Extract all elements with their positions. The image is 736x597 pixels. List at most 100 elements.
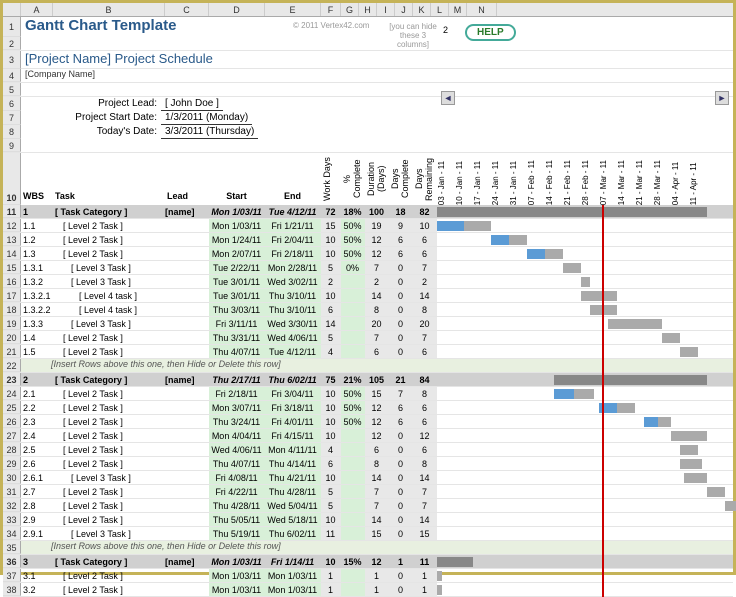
task-row[interactable]: 33 2.9 [ Level 2 Task ] Thu 5/05/11 Wed … <box>3 513 733 527</box>
category-row[interactable]: 36 3 [ Task Category ] [name] Mon 1/03/1… <box>3 555 733 569</box>
end-cell[interactable]: Mon 2/28/11 <box>265 261 321 274</box>
task-row[interactable]: 34 2.9.1 [ Level 3 Task ] Thu 5/19/11 Th… <box>3 527 733 541</box>
task-name-cell[interactable]: [ Level 4 task ] <box>53 303 165 316</box>
end-cell[interactable]: Fri 1/14/11 <box>265 555 321 568</box>
task-name-cell[interactable]: [ Level 2 Task ] <box>53 569 165 582</box>
pct-cell[interactable]: 50% <box>341 387 365 400</box>
lead-cell[interactable] <box>165 429 209 442</box>
task-name-cell[interactable]: [ Level 2 Task ] <box>53 457 165 470</box>
duration-cell[interactable]: 14 <box>365 513 389 526</box>
days-remaining-cell[interactable]: 12 <box>413 429 437 442</box>
task-name-cell[interactable]: [ Level 2 Task ] <box>53 247 165 260</box>
row-header[interactable]: 11 <box>3 205 21 218</box>
start-cell[interactable]: Fri 4/22/11 <box>209 485 265 498</box>
row-header[interactable]: 19 <box>3 317 21 330</box>
lead-cell[interactable] <box>165 457 209 470</box>
start-cell[interactable]: Wed 4/06/11 <box>209 443 265 456</box>
pct-cell[interactable] <box>341 345 365 358</box>
days-complete-cell[interactable]: 6 <box>389 415 413 428</box>
end-cell[interactable]: Wed 4/06/11 <box>265 331 321 344</box>
end-cell[interactable]: Mon 4/11/11 <box>265 443 321 456</box>
end-cell[interactable]: Fri 4/15/11 <box>265 429 321 442</box>
row-header[interactable]: 4 <box>3 69 21 82</box>
task-row[interactable]: 18 1.3.2.2 [ Level 4 task ] Thu 3/03/11 … <box>3 303 733 317</box>
days-remaining-cell[interactable]: 6 <box>413 415 437 428</box>
workdays-cell[interactable]: 5 <box>321 331 341 344</box>
lead-cell[interactable] <box>165 317 209 330</box>
row-header[interactable]: 9 <box>3 139 21 152</box>
start-cell[interactable]: Mon 4/04/11 <box>209 429 265 442</box>
days-remaining-cell[interactable]: 1 <box>413 569 437 582</box>
wbs-cell[interactable]: 3.1 <box>21 569 53 582</box>
pct-cell[interactable]: 50% <box>341 401 365 414</box>
workdays-cell[interactable]: 1 <box>321 569 341 582</box>
start-cell[interactable]: Tue 3/01/11 <box>209 289 265 302</box>
workdays-cell[interactable]: 5 <box>321 261 341 274</box>
task-row[interactable]: 37 3.1 [ Level 2 Task ] Mon 1/03/11 Mon … <box>3 569 733 583</box>
duration-cell[interactable]: 7 <box>365 261 389 274</box>
row-header[interactable]: 22 <box>3 359 21 372</box>
row-header[interactable]: 33 <box>3 513 21 526</box>
start-cell[interactable]: Thu 4/28/11 <box>209 499 265 512</box>
days-complete-cell[interactable]: 6 <box>389 401 413 414</box>
days-complete-cell[interactable]: 6 <box>389 247 413 260</box>
header-end[interactable]: End <box>265 187 321 205</box>
task-row[interactable]: 17 1.3.2.1 [ Level 4 task ] Tue 3/01/11 … <box>3 289 733 303</box>
end-cell[interactable]: Thu 3/10/11 <box>265 289 321 302</box>
pct-cell[interactable] <box>341 457 365 470</box>
lead-cell[interactable] <box>165 261 209 274</box>
days-complete-cell[interactable]: 0 <box>389 275 413 288</box>
wbs-cell[interactable]: 1.3.2 <box>21 275 53 288</box>
duration-cell[interactable]: 7 <box>365 485 389 498</box>
pct-cell[interactable] <box>341 485 365 498</box>
category-row[interactable]: 11 1 [ Task Category ] [name] Mon 1/03/1… <box>3 205 733 219</box>
duration-cell[interactable]: 12 <box>365 233 389 246</box>
start-cell[interactable]: Tue 3/01/11 <box>209 275 265 288</box>
wbs-cell[interactable]: 2.9.1 <box>21 527 53 540</box>
row-header[interactable]: 31 <box>3 485 21 498</box>
task-row[interactable]: 16 1.3.2 [ Level 3 Task ] Tue 3/01/11 We… <box>3 275 733 289</box>
wbs-cell[interactable]: 1.2 <box>21 233 53 246</box>
days-remaining-cell[interactable]: 6 <box>413 247 437 260</box>
wbs-cell[interactable]: 3.2 <box>21 583 53 596</box>
task-row[interactable]: 32 2.8 [ Level 2 Task ] Thu 4/28/11 Wed … <box>3 499 733 513</box>
category-row[interactable]: 23 2 [ Task Category ] [name] Thu 2/17/1… <box>3 373 733 387</box>
duration-cell[interactable]: 100 <box>365 205 389 218</box>
days-remaining-cell[interactable]: 14 <box>413 513 437 526</box>
duration-cell[interactable]: 12 <box>365 429 389 442</box>
duration-cell[interactable]: 12 <box>365 415 389 428</box>
lead-cell[interactable]: [name] <box>165 205 209 218</box>
days-remaining-cell[interactable]: 7 <box>413 499 437 512</box>
workdays-cell[interactable]: 10 <box>321 401 341 414</box>
days-complete-cell[interactable]: 0 <box>389 485 413 498</box>
pct-cell[interactable] <box>341 499 365 512</box>
workdays-cell[interactable]: 72 <box>321 205 341 218</box>
task-name-cell[interactable]: [ Level 2 Task ] <box>53 401 165 414</box>
workdays-cell[interactable]: 6 <box>321 303 341 316</box>
start-cell[interactable]: Mon 1/24/11 <box>209 233 265 246</box>
lead-cell[interactable] <box>165 233 209 246</box>
duration-cell[interactable]: 8 <box>365 457 389 470</box>
end-cell[interactable]: Wed 3/02/11 <box>265 275 321 288</box>
end-cell[interactable]: Fri 3/04/11 <box>265 387 321 400</box>
task-row[interactable]: 26 2.3 [ Level 2 Task ] Thu 3/24/11 Fri … <box>3 415 733 429</box>
header-duration[interactable]: Duration (Days) <box>365 153 389 205</box>
row-header[interactable]: 8 <box>3 125 21 139</box>
duration-cell[interactable]: 14 <box>365 471 389 484</box>
workdays-cell[interactable]: 2 <box>321 275 341 288</box>
workdays-cell[interactable]: 11 <box>321 527 341 540</box>
header-days-remaining[interactable]: Days Remaining <box>413 153 437 205</box>
lead-cell[interactable] <box>165 401 209 414</box>
task-name-cell[interactable]: [ Level 3 Task ] <box>53 317 165 330</box>
duration-cell[interactable]: 7 <box>365 331 389 344</box>
end-cell[interactable]: Fri 3/18/11 <box>265 401 321 414</box>
wbs-cell[interactable]: 1.3 <box>21 247 53 260</box>
workdays-cell[interactable]: 10 <box>321 415 341 428</box>
row-header[interactable]: 17 <box>3 289 21 302</box>
help-button[interactable]: HELP <box>465 24 516 41</box>
task-name-cell[interactable]: [ Level 2 Task ] <box>53 387 165 400</box>
start-cell[interactable]: Mon 1/03/11 <box>209 569 265 582</box>
duration-cell[interactable]: 12 <box>365 555 389 568</box>
pct-cell[interactable] <box>341 289 365 302</box>
task-name-cell[interactable]: [ Level 2 Task ] <box>53 331 165 344</box>
